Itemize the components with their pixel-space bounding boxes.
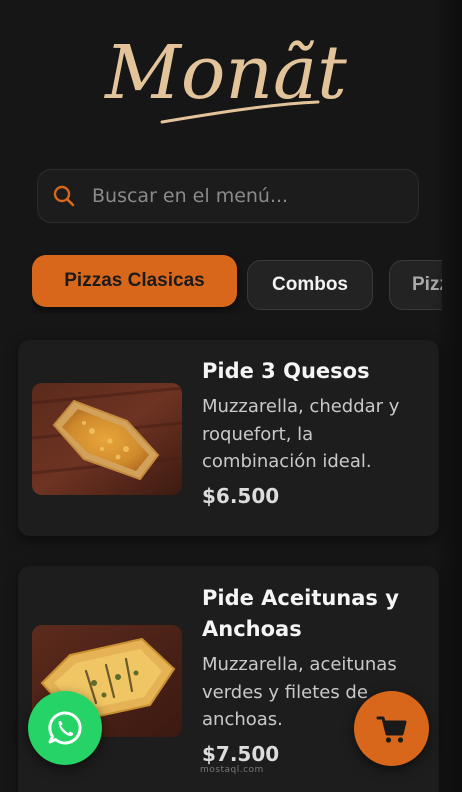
watermark: mostaql.com xyxy=(200,765,264,775)
product-title: Pide 3 Quesos xyxy=(202,359,370,383)
category-tabs: Pizzas Clasicas Combos Pizzas xyxy=(32,254,442,314)
tab-combos[interactable]: Combos xyxy=(247,260,373,310)
product-card[interactable]: Pide 3 Quesos Muzzarella, cheddar y roqu… xyxy=(18,340,439,536)
search-bar[interactable] xyxy=(37,169,419,223)
tab-pizzas-clasicas[interactable]: Pizzas Clasicas xyxy=(32,255,237,307)
brand-logo: Monãt xyxy=(0,18,462,138)
menu-page: Monãt Pizzas Clasicas Combos Pizzas xyxy=(0,0,462,792)
product-title: Pide Aceitunas y Anchoas xyxy=(202,586,399,641)
cart-icon xyxy=(376,716,406,743)
search-icon xyxy=(53,185,75,207)
tab-pizzas[interactable]: Pizzas xyxy=(389,260,442,310)
product-price: $6.500 xyxy=(202,483,280,508)
product-description: Muzzarella, cheddar y roquefort, la comb… xyxy=(202,396,400,472)
product-image xyxy=(32,383,182,495)
whatsapp-button[interactable] xyxy=(28,691,102,765)
whatsapp-icon xyxy=(48,711,82,745)
search-input[interactable] xyxy=(90,184,394,208)
cart-button[interactable] xyxy=(354,691,429,766)
